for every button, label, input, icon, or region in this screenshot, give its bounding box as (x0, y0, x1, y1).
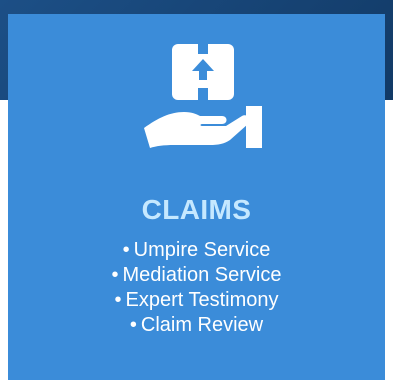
service-label: Claim Review (140, 314, 264, 336)
bullet-icon: • (129, 314, 137, 336)
bullet-icon: • (111, 264, 119, 286)
claims-card[interactable]: CLAIMS • Umpire Service • Mediation Servic… (8, 14, 385, 380)
card-title: CLAIMS (141, 194, 252, 225)
hand-holding-package-icon (144, 44, 262, 148)
list-item[interactable]: • Claim Review (8, 313, 385, 338)
service-label: Mediation Service (122, 264, 282, 286)
list-item[interactable]: • Umpire Service (8, 238, 385, 263)
list-item[interactable]: • Mediation Service (8, 263, 385, 288)
list-item[interactable]: • Expert Testimony (8, 288, 385, 313)
bullet-icon: • (122, 239, 130, 261)
service-label: Expert Testimony (125, 289, 279, 311)
service-label: Umpire Service (133, 239, 271, 261)
services-list: • Umpire Service • Mediation Service • Expe… (8, 238, 385, 338)
bullet-icon: • (114, 289, 122, 311)
